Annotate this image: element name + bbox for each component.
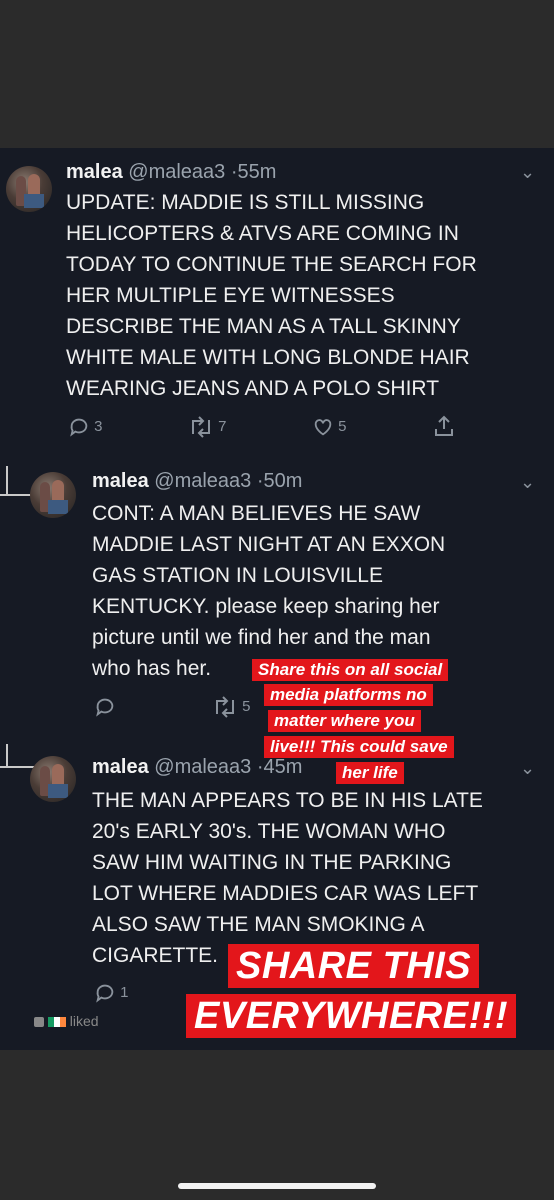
share-button[interactable] (432, 414, 456, 438)
retweet-count: 7 (218, 417, 227, 435)
author-name[interactable]: malea (66, 161, 123, 183)
tweet-line: WHITE MALE WITH LONG BLONDE HAIR (66, 346, 470, 369)
tweet-actions: 3 7 5 (0, 414, 554, 444)
retweet-button[interactable]: 5 (212, 696, 251, 718)
chevron-down-icon[interactable]: ⌄ (520, 472, 535, 493)
tweet-screenshot: malea @maleaa3 ·55m ⌄ UPDATE: MADDIE IS … (0, 148, 554, 1050)
reply-icon (96, 984, 114, 1003)
separator-dot: · (230, 161, 238, 183)
tweet-line: WEARING JEANS AND A POLO SHIRT (66, 377, 440, 400)
chevron-down-icon[interactable]: ⌄ (520, 162, 535, 183)
tweet-time[interactable]: 45m (264, 756, 303, 778)
tweet-line: DESCRIBE THE MAN AS A TALL SKINNY (66, 315, 461, 338)
chevron-down-icon[interactable]: ⌄ (520, 758, 535, 779)
tweet-header: malea @maleaa3 ·45m (92, 756, 302, 779)
author-handle[interactable]: @maleaa3 (154, 470, 251, 492)
avatar[interactable] (30, 472, 76, 518)
heart-icon (34, 1017, 44, 1028)
tweet-header: malea @maleaa3 ·55m (66, 161, 276, 184)
share-icon (435, 415, 453, 436)
overlay-caption-line: her life (336, 762, 404, 784)
tweet-time[interactable]: 50m (264, 470, 303, 492)
author-name[interactable]: malea (92, 470, 149, 492)
overlay-caption-line: media platforms no (264, 684, 433, 706)
reply-count: 1 (120, 983, 129, 1001)
tweet-line: ALSO SAW THE MAN SMOKING A (92, 913, 425, 936)
tweet-line: HELICOPTERS & ATVS ARE COMING IN (66, 222, 459, 245)
tweet-line: UPDATE: MADDIE IS STILL MISSING (66, 191, 425, 214)
reply-icon (96, 698, 114, 717)
home-indicator[interactable] (178, 1183, 376, 1189)
thread-connector (6, 744, 8, 768)
tweet-line: THE MAN APPEARS TO BE IN HIS LATE (92, 789, 483, 812)
heart-icon (314, 419, 332, 436)
tweet-line: picture until we find her and the man (92, 626, 431, 649)
tweet-line: HER MULTIPLE EYE WITNESSES (66, 284, 395, 307)
retweet-button[interactable]: 7 (188, 416, 227, 438)
retweet-count: 5 (242, 697, 251, 715)
overlay-caption-line: matter where you (268, 710, 421, 732)
top-bar (0, 0, 554, 148)
overlay-caption-line: Share this on all social (252, 659, 449, 681)
reply-icon (70, 418, 88, 437)
overlay-headline-line: EVERYWHERE!!! (186, 994, 517, 1038)
overlay-caption-line: live!!! This could save (264, 736, 454, 758)
avatar[interactable] (30, 756, 76, 802)
tweet-text: CONT: A MAN BELIEVES HE SAW MADDIE LAST … (92, 498, 445, 684)
tweet-line: SAW HIM WAITING IN THE PARKING (92, 851, 452, 874)
tweet-header: malea @maleaa3 ·50m (92, 470, 302, 493)
tweet-line: KENTUCKY. please keep sharing her (92, 595, 440, 618)
tweet-line: 20's EARLY 30's. THE WOMAN WHO (92, 820, 446, 843)
liked-text: liked (69, 1013, 99, 1029)
separator-dot: · (256, 756, 264, 778)
retweet-icon (192, 416, 210, 438)
retweet-icon (216, 696, 234, 718)
tweet-line: MADDIE LAST NIGHT AT AN EXXON (92, 533, 446, 556)
avatar[interactable] (6, 166, 52, 212)
overlay-headline-line: SHARE THIS (228, 944, 480, 988)
tweet-line: LOT WHERE MADDIES CAR WAS LEFT (92, 882, 479, 905)
tweet-text: UPDATE: MADDIE IS STILL MISSING HELICOPT… (66, 187, 477, 404)
reply-button[interactable]: 1 (94, 982, 129, 1004)
bottom-bar (0, 1050, 554, 1200)
liked-row: liked (34, 1013, 99, 1029)
reply-button[interactable]: 3 (68, 416, 103, 438)
thread-connector (6, 466, 8, 496)
separator-dot: · (256, 470, 264, 492)
author-handle[interactable]: @maleaa3 (128, 161, 225, 183)
tweet-line: GAS STATION IN LOUISVILLE (92, 564, 383, 587)
reply-count: 3 (94, 417, 103, 435)
author-name[interactable]: malea (92, 756, 149, 778)
like-count: 5 (338, 417, 347, 435)
author-handle[interactable]: @maleaa3 (154, 756, 251, 778)
flag-icon (47, 1017, 66, 1028)
like-button[interactable]: 5 (312, 416, 347, 438)
tweet-time[interactable]: 55m (238, 161, 277, 183)
tweet-line: TODAY TO CONTINUE THE SEARCH FOR (66, 253, 477, 276)
tweet-line: CONT: A MAN BELIEVES HE SAW (92, 502, 421, 525)
reply-button[interactable] (94, 696, 116, 718)
